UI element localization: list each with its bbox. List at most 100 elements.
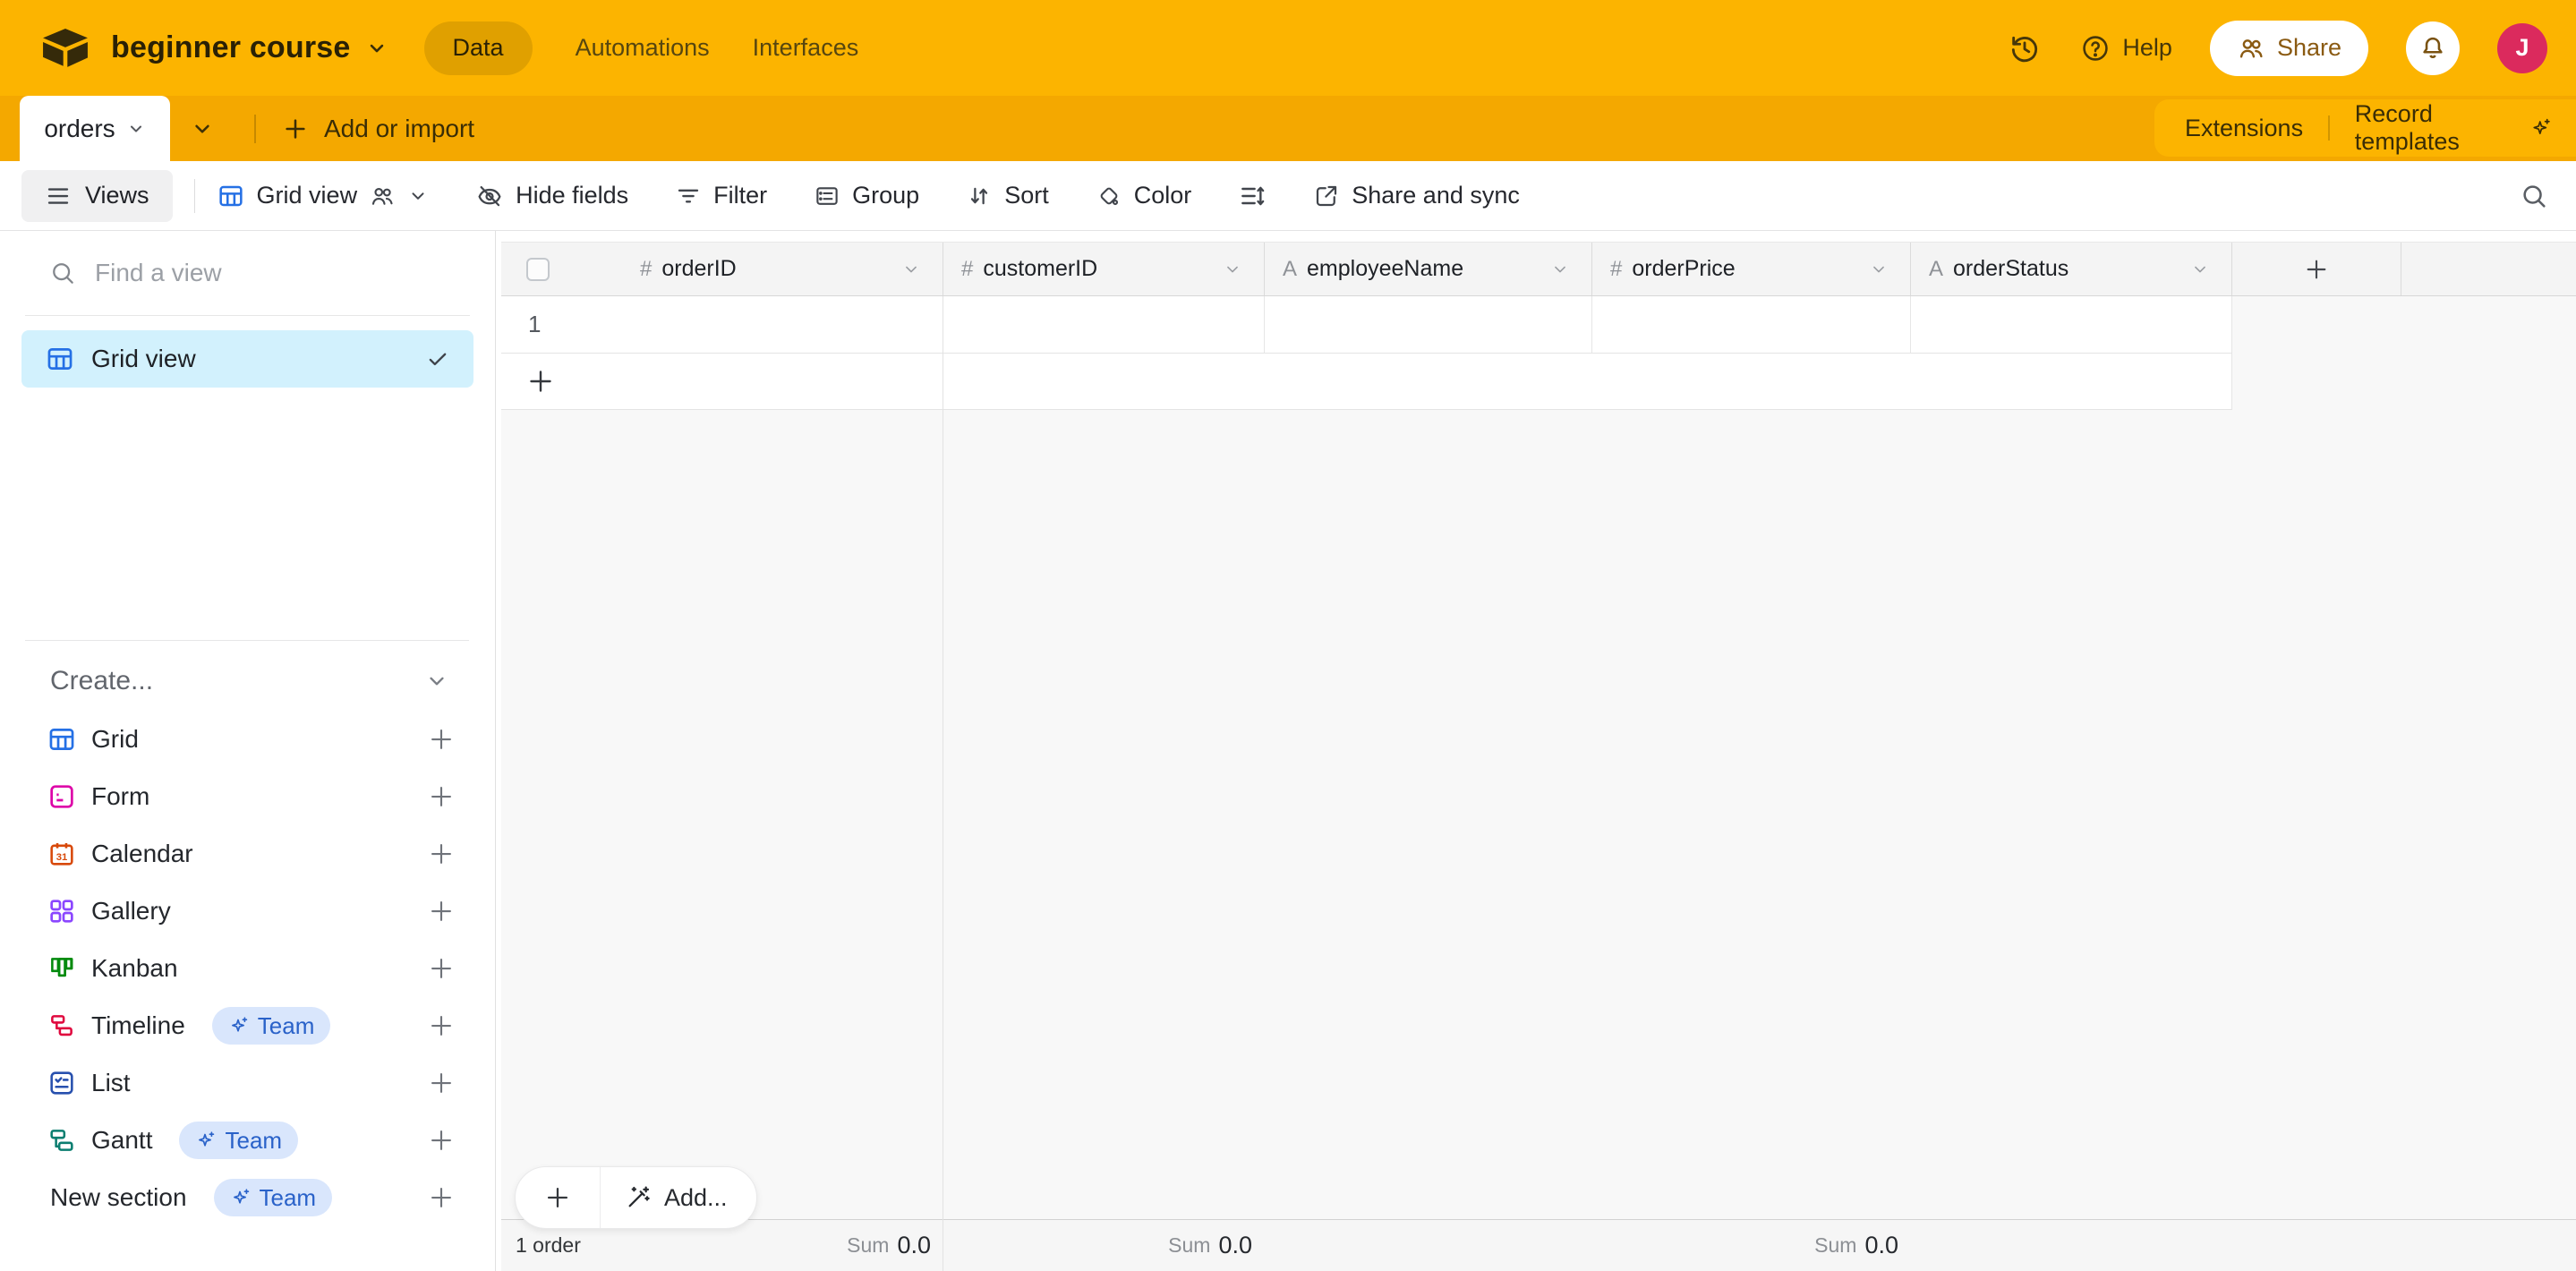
plus-icon[interactable] [426, 1182, 456, 1213]
add-record-pill: Add... [515, 1166, 757, 1229]
column-header-employeeName[interactable]: A employeeName [1265, 243, 1592, 295]
plus-icon[interactable] [426, 781, 456, 812]
share-and-sync-button[interactable]: Share and sync [1313, 182, 1520, 209]
create-item-new-section[interactable]: New section Team [0, 1169, 494, 1226]
record-row-1[interactable]: 1 [501, 296, 2232, 354]
search-icon [2519, 181, 2549, 211]
row-height-icon [1238, 182, 1267, 210]
chevron-down-icon[interactable] [126, 119, 146, 139]
create-section: Create... Grid Form 31 Calendar Gallery [0, 640, 494, 1226]
chevron-down-icon[interactable] [1550, 260, 1570, 279]
find-view-input[interactable] [93, 258, 392, 288]
tab-automations[interactable]: Automations [576, 34, 710, 62]
team-badge: Team [179, 1122, 298, 1159]
sparkle-icon [228, 1015, 250, 1036]
history-icon[interactable] [2008, 31, 2042, 65]
chevron-down-icon[interactable] [1223, 260, 1242, 279]
search-button[interactable] [2519, 161, 2549, 231]
chevron-down-icon[interactable] [424, 669, 449, 694]
plus-icon[interactable] [426, 1125, 456, 1156]
chevron-down-icon[interactable] [1869, 260, 1889, 279]
sum-customerID[interactable]: Sum 0.0 [943, 1220, 1252, 1271]
airtable-window: beginner course Data Automations Interfa… [0, 0, 2576, 1271]
plus-icon [2302, 255, 2331, 284]
collaborators-icon [369, 183, 396, 209]
add-record-button[interactable] [516, 1167, 600, 1228]
create-header[interactable]: Create... [0, 652, 494, 711]
notifications-button[interactable] [2406, 21, 2460, 75]
kanban-icon [47, 953, 77, 984]
sparkle-icon [195, 1130, 217, 1151]
row-height-button[interactable] [1238, 182, 1267, 210]
sum-orderPrice[interactable]: Sum 0.0 [1592, 1220, 1898, 1271]
gantt-icon [47, 1125, 77, 1156]
strip-right-panel: Extensions Record templates [2154, 99, 2576, 157]
grid-view-icon [45, 344, 75, 374]
number-field-icon: # [961, 257, 973, 282]
chevron-down-icon[interactable] [2190, 260, 2210, 279]
app-tabs: Data Automations Interfaces [424, 21, 859, 75]
cell-orderPrice[interactable] [1592, 296, 1911, 353]
tab-interfaces[interactable]: Interfaces [753, 34, 859, 62]
help-button[interactable]: Help [2079, 32, 2172, 64]
plus-icon[interactable] [426, 953, 456, 984]
views-sidebar: Grid view Create... Grid Form 31 Calenda [0, 231, 496, 1271]
avatar[interactable]: J [2497, 23, 2547, 73]
cell-customerID[interactable] [943, 296, 1265, 353]
airtable-logo-icon[interactable] [39, 26, 91, 71]
create-item-gantt[interactable]: Gantt Team [0, 1112, 494, 1169]
menu-icon [45, 183, 72, 209]
plus-icon[interactable] [426, 1011, 456, 1041]
create-item-calendar[interactable]: 31 Calendar [0, 825, 494, 883]
create-item-list[interactable]: List [0, 1054, 494, 1112]
color-button[interactable]: Color [1096, 182, 1192, 209]
create-item-kanban[interactable]: Kanban [0, 940, 494, 997]
table-tab-orders[interactable]: orders [20, 96, 170, 161]
plus-icon[interactable] [426, 839, 456, 869]
cell-orderStatus[interactable] [1911, 296, 2232, 353]
add-with-ai-button[interactable]: Add... [601, 1167, 756, 1228]
text-field-icon: A [1283, 257, 1297, 282]
views-button[interactable]: Views [21, 170, 173, 222]
divider [25, 315, 470, 316]
gallery-icon [47, 896, 77, 926]
list-icon [47, 1068, 77, 1098]
column-header-orderID[interactable]: # orderID [501, 243, 943, 295]
add-record-row[interactable] [501, 354, 2232, 410]
sparkle-icon [230, 1187, 252, 1208]
extensions-button[interactable]: Extensions [2185, 115, 2303, 142]
group-button[interactable]: Group [814, 182, 919, 209]
chevron-down-icon[interactable] [901, 260, 921, 279]
plus-icon[interactable] [426, 896, 456, 926]
chevron-down-icon [190, 116, 215, 141]
column-header-customerID[interactable]: # customerID [943, 243, 1265, 295]
filter-button[interactable]: Filter [675, 182, 767, 209]
tab-data[interactable]: Data [424, 21, 533, 75]
chevron-down-icon[interactable] [365, 37, 388, 60]
share-button[interactable]: Share [2210, 21, 2368, 76]
create-item-gallery[interactable]: Gallery [0, 883, 494, 940]
sort-button[interactable]: Sort [966, 182, 1049, 209]
table-list-dropdown[interactable] [190, 96, 215, 161]
row-number: 1 [501, 296, 943, 353]
create-item-timeline[interactable]: Timeline Team [0, 997, 494, 1054]
find-view-row [0, 231, 495, 315]
column-header-orderStatus[interactable]: A orderStatus [1911, 243, 2232, 295]
add-field-button[interactable] [2232, 243, 2401, 295]
hide-fields-button[interactable]: Hide fields [475, 182, 628, 210]
sidebar-view-grid-view[interactable]: Grid view [21, 330, 473, 388]
base-title[interactable]: beginner course [111, 30, 351, 65]
current-view-button[interactable]: Grid view [217, 182, 430, 210]
cell-employeeName[interactable] [1265, 296, 1592, 353]
plus-icon[interactable] [426, 1068, 456, 1098]
record-templates-button[interactable]: Record templates [2355, 100, 2517, 156]
column-header-orderPrice[interactable]: # orderPrice [1592, 243, 1911, 295]
create-item-grid[interactable]: Grid [0, 711, 494, 768]
number-field-icon: # [1610, 257, 1622, 282]
top-bar: beginner course Data Automations Interfa… [0, 0, 2576, 96]
add-or-import-button[interactable]: Add or import [281, 96, 474, 161]
sparkle-icon [2529, 115, 2553, 141]
select-all-checkbox[interactable] [526, 258, 550, 281]
create-item-form[interactable]: Form [0, 768, 494, 825]
plus-icon[interactable] [426, 724, 456, 755]
